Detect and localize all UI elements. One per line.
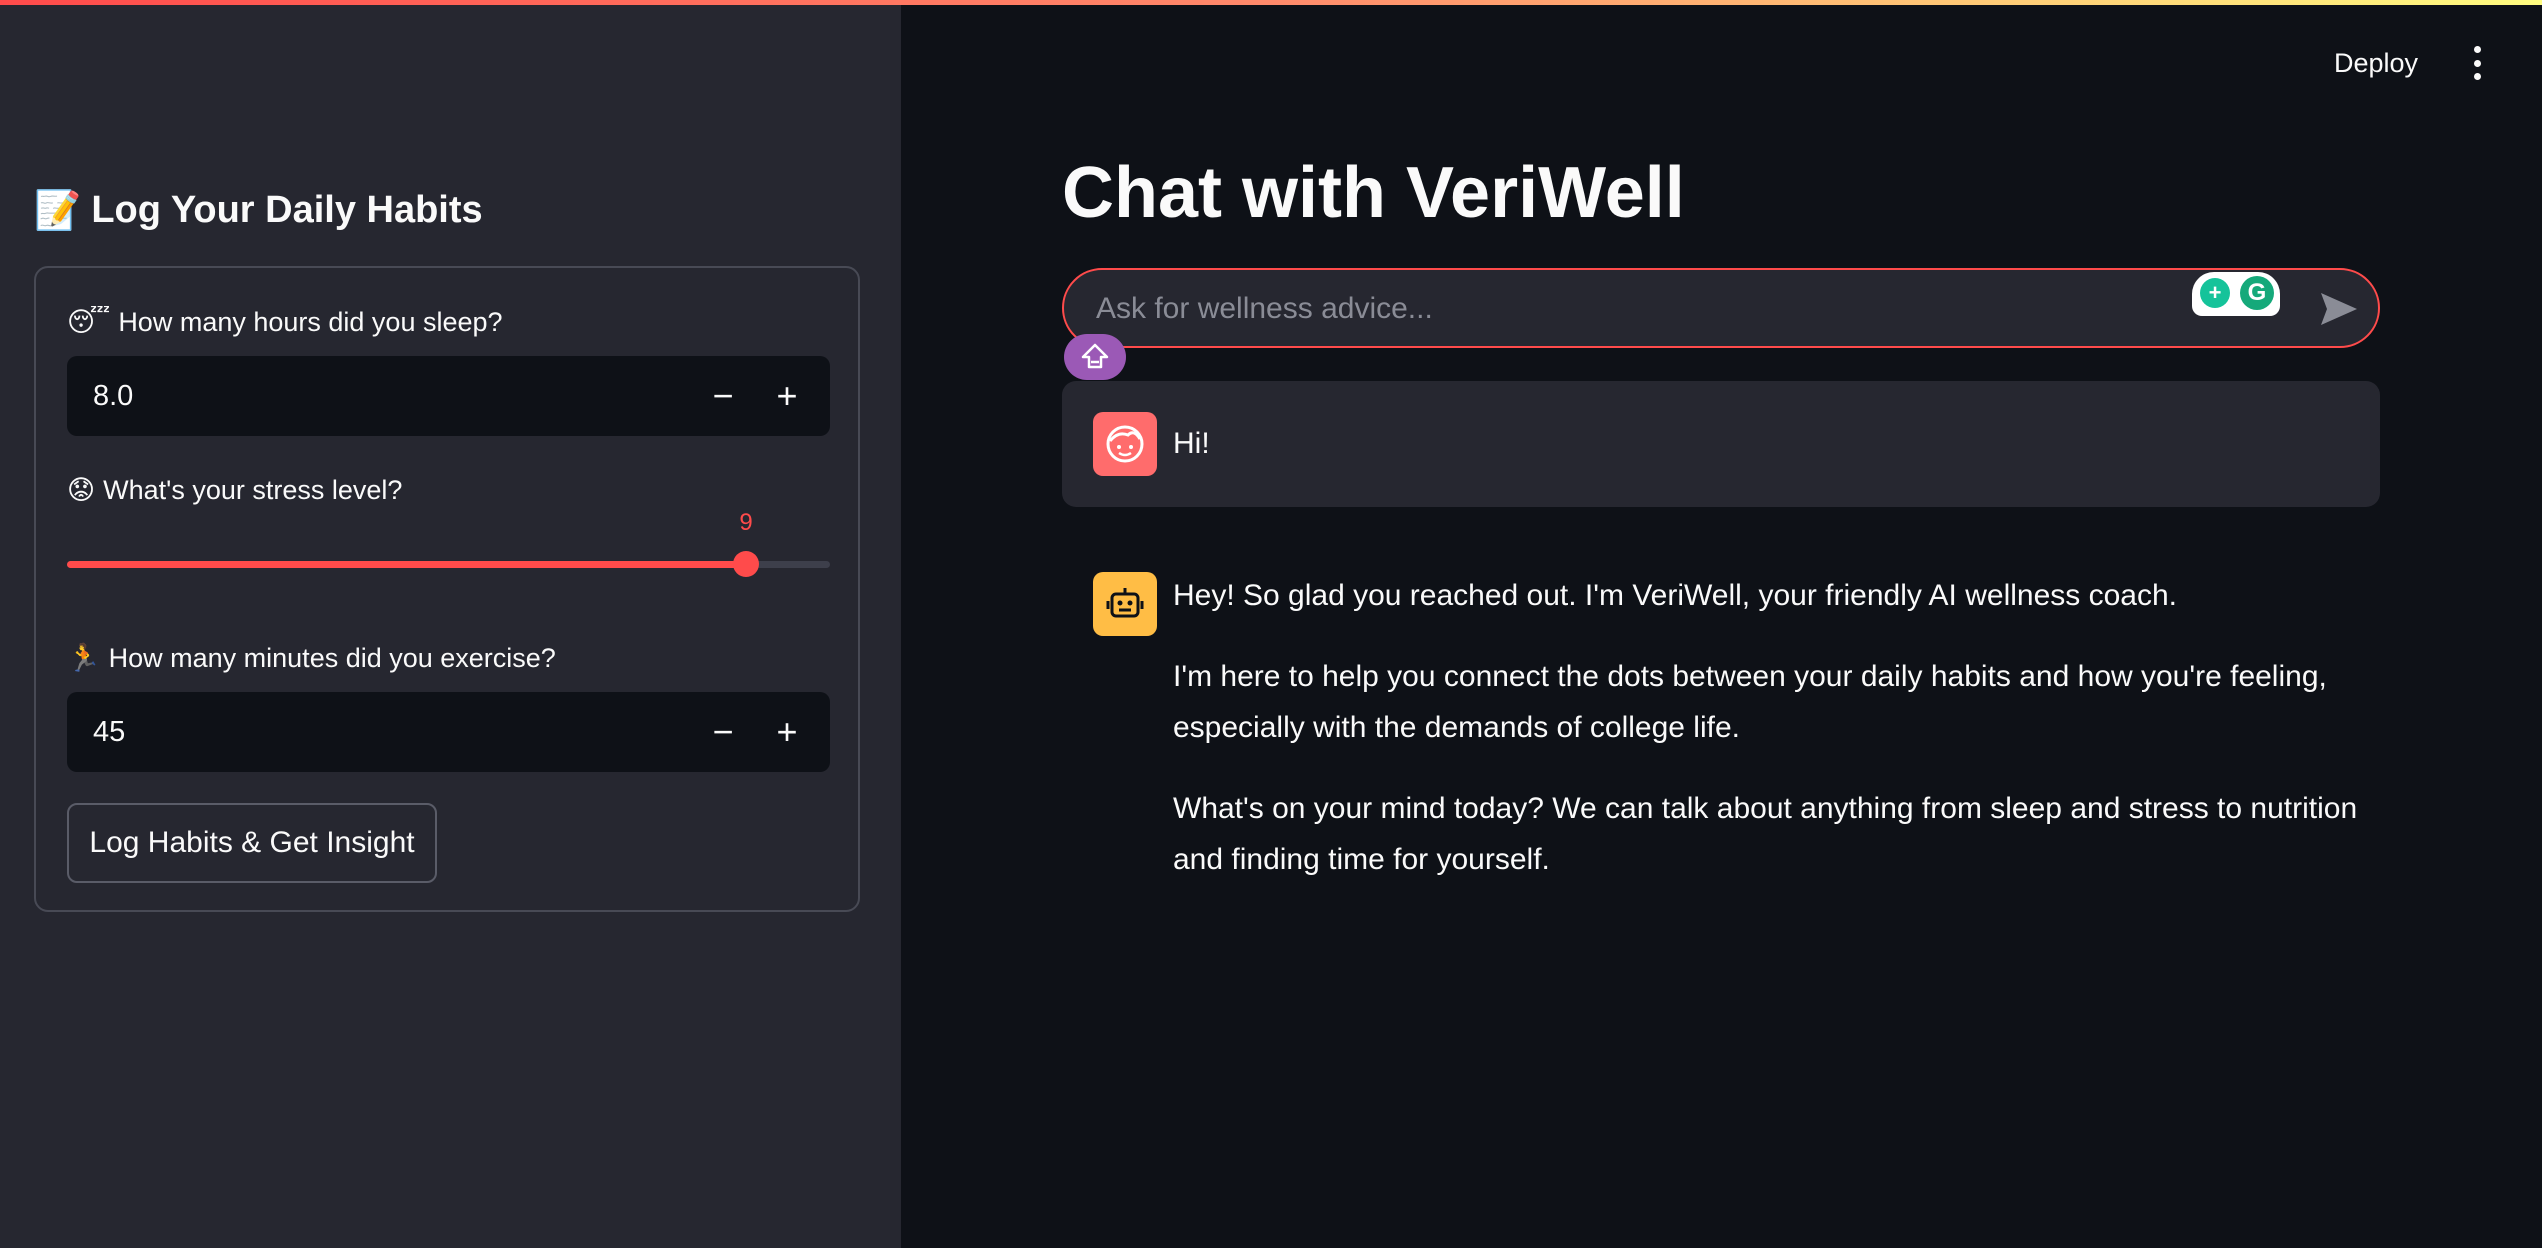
sleep-decrement-button[interactable]: − <box>691 356 755 436</box>
user-message: Hi! <box>1062 381 2380 507</box>
stress-label-text: What's your stress level? <box>103 474 403 505</box>
assistant-message: Hey! So glad you reached out. I'm VeriWe… <box>1173 570 2373 915</box>
sidebar: 📝 Log Your Daily Habits 😴 How many hours… <box>0 0 901 1248</box>
exercise-decrement-button[interactable]: − <box>691 692 755 772</box>
sidebar-title: 📝 Log Your Daily Habits <box>34 182 483 238</box>
sleep-increment-button[interactable]: + <box>755 356 819 436</box>
sleeping-face-icon: 😴 <box>67 306 111 338</box>
robot-icon <box>1106 588 1144 618</box>
log-habits-button[interactable]: Log Habits & Get Insight <box>67 803 437 883</box>
sleep-label: 😴 How many hours did you sleep? <box>67 302 503 342</box>
grammarly-suggestion-icon[interactable]: + <box>2200 278 2230 308</box>
assistant-paragraph: What's on your mind today? We can talk a… <box>1173 792 2358 876</box>
exercise-minutes-value[interactable]: 45 <box>93 692 125 772</box>
chat-input-box[interactable]: + G <box>1062 268 2380 348</box>
grammarly-widget[interactable]: + G <box>2192 272 2280 316</box>
send-button[interactable] <box>2314 284 2364 334</box>
more-vertical-icon[interactable] <box>2462 42 2492 84</box>
house-arrow-icon <box>1081 343 1109 369</box>
sidebar-title-text: Log Your Daily Habits <box>91 188 483 231</box>
sleep-hours-value[interactable]: 8.0 <box>93 356 133 436</box>
exercise-minutes-input[interactable]: 45 − + <box>67 692 830 772</box>
send-icon <box>2321 293 2357 325</box>
top-decoration-bar <box>0 0 2542 5</box>
running-person-icon: 🏃 <box>67 643 101 674</box>
sleep-hours-input[interactable]: 8.0 − + <box>67 356 830 436</box>
user-message-text: Hi! <box>1173 427 1210 460</box>
exercise-increment-button[interactable]: + <box>755 692 819 772</box>
assistant-avatar <box>1093 572 1157 636</box>
sleep-label-text: How many hours did you sleep? <box>118 306 503 337</box>
user-avatar <box>1093 412 1157 476</box>
memo-icon: 📝 <box>34 187 82 232</box>
grammarly-logo-icon[interactable]: G <box>2240 276 2274 310</box>
exercise-label-text: How many minutes did you exercise? <box>108 642 556 673</box>
assistant-paragraph: Hey! So glad you reached out. I'm VeriWe… <box>1173 579 2178 612</box>
stress-slider-value: 9 <box>739 509 753 536</box>
worried-face-icon: 😟 <box>67 474 96 506</box>
stress-slider[interactable]: 9 <box>67 509 830 577</box>
habits-form: 😴 How many hours did you sleep? 8.0 − + … <box>34 266 860 912</box>
exercise-label: 🏃 How many minutes did you exercise? <box>67 638 556 678</box>
stress-slider-thumb[interactable] <box>733 551 760 577</box>
stress-slider-fill <box>67 561 747 568</box>
upload-icon[interactable] <box>1064 334 1126 380</box>
deploy-button[interactable]: Deploy <box>2324 38 2428 88</box>
page-title: Chat with VeriWell <box>1062 153 1685 233</box>
user-face-icon <box>1106 425 1144 463</box>
chat-input[interactable] <box>1094 280 2198 338</box>
assistant-paragraph: I'm here to help you connect the dots be… <box>1173 660 2327 744</box>
stress-label: 😟 What's your stress level? <box>67 470 402 510</box>
